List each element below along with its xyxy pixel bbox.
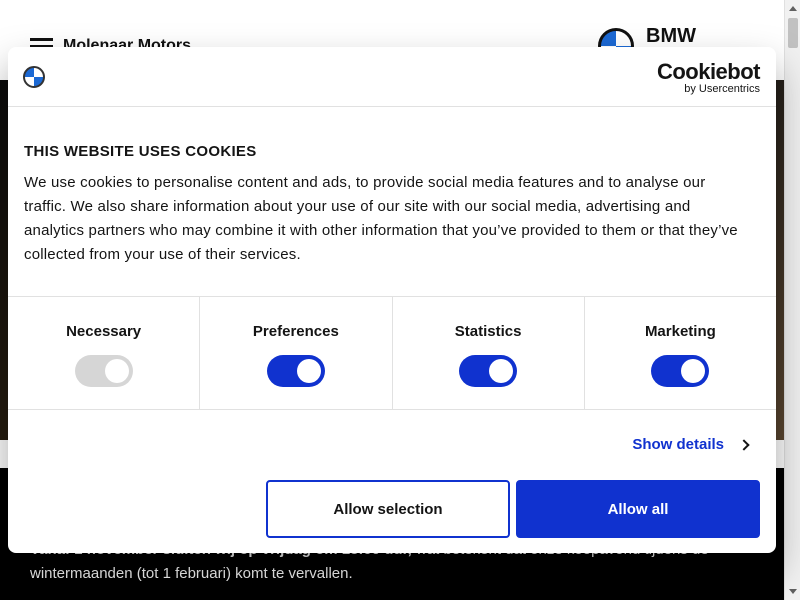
category-marketing: Marketing — [585, 297, 776, 409]
notice-line2: wintermaanden (tot 1 februari) komt te v… — [30, 565, 353, 582]
provider-name: Cookiebot — [656, 59, 761, 84]
dialog-body: THIS WEBSITE USES COOKIES We use cookies… — [8, 107, 776, 296]
dialog-header: Cookiebot by Usercentrics — [8, 47, 776, 107]
category-label: Marketing — [644, 323, 716, 340]
scroll-up-arrow-icon[interactable] — [789, 6, 797, 11]
category-necessary: Necessary — [8, 297, 201, 409]
cookie-categories: Necessary Preferences Statistics Marketi… — [8, 296, 776, 410]
preferences-toggle[interactable] — [266, 355, 325, 387]
category-label: Statistics — [454, 323, 522, 340]
scroll-thumb[interactable] — [788, 18, 798, 48]
allow-selection-button[interactable]: Allow selection — [266, 480, 510, 538]
provider-sub: by Usercentrics — [684, 83, 760, 95]
marketing-toggle[interactable] — [651, 355, 710, 387]
statistics-toggle[interactable] — [459, 355, 518, 387]
allow-all-button[interactable]: Allow all — [516, 480, 760, 538]
show-details-label: Show details — [632, 436, 724, 453]
bmw-logo-icon — [23, 66, 45, 88]
cookie-consent-dialog: Cookiebot by Usercentrics THIS WEBSITE U… — [8, 47, 776, 553]
details-row: Show details — [8, 410, 776, 480]
chevron-right-icon — [738, 438, 750, 451]
brand-name: BMW — [646, 25, 696, 47]
scroll-down-arrow-icon[interactable] — [789, 589, 797, 594]
cookiebot-logo: Cookiebot by Usercentrics — [656, 59, 761, 96]
page-scrollbar[interactable] — [784, 0, 800, 600]
necessary-toggle — [74, 355, 133, 387]
category-preferences: Preferences — [200, 297, 393, 409]
category-statistics: Statistics — [393, 297, 585, 409]
category-label: Preferences — [252, 323, 339, 340]
dialog-title: THIS WEBSITE USES COOKIES — [24, 143, 257, 160]
category-label: Necessary — [66, 323, 142, 340]
show-details-link[interactable]: Show details — [632, 436, 750, 453]
dialog-description: We use cookies to personalise content an… — [24, 174, 738, 263]
